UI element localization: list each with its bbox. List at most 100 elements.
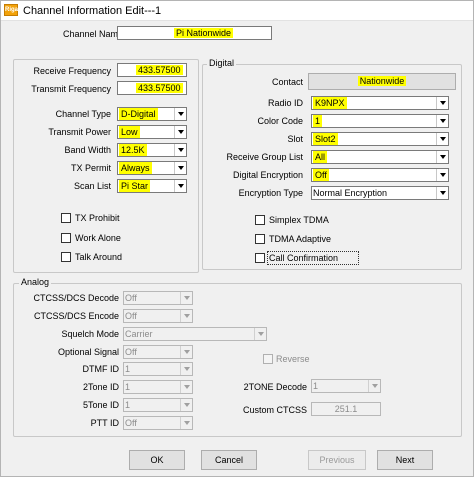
receive-frequency-input[interactable]: 433.57500 [117,63,187,77]
title-bar: Riga Channel Information Edit---1 [1,1,473,21]
tx-permit-label: TX Permit [70,163,111,173]
digital-encryption-select[interactable]: Off [311,168,449,182]
ctcss-decode-value: Off [125,293,137,303]
cancel-button[interactable]: Cancel [201,450,257,470]
scan-list-value: Pi Star [119,180,151,192]
chevron-down-icon[interactable] [174,126,186,138]
dtmf-id-select[interactable]: 1 [123,362,193,376]
chevron-down-icon[interactable] [180,381,192,393]
work-alone-checkbox[interactable] [61,233,71,243]
band-width-select[interactable]: 12.5K [117,143,187,157]
work-alone-label: Work Alone [75,233,121,243]
slot-select[interactable]: Slot2 [311,132,449,146]
ptt-id-select[interactable]: Off [123,416,193,430]
channel-name-label: Channel Name [63,29,124,39]
optional-signal-label: Optional Signal [57,347,119,357]
digital-encryption-value: Off [313,169,329,181]
channel-name-value: Pi Nationwide [174,28,234,38]
squelch-mode-label: Squelch Mode [61,329,119,339]
color-code-label: Color Code [257,116,303,126]
dtmf-id-value: 1 [125,364,131,374]
digital-group [202,64,462,270]
contact-label: Contact [271,77,303,87]
chevron-down-icon[interactable] [368,380,380,392]
transmit-power-value: Low [119,126,140,138]
ok-button[interactable]: OK [129,450,185,470]
tx-permit-value: Always [119,162,152,174]
slot-label: Slot [287,134,303,144]
tx-permit-select[interactable]: Always [117,161,187,175]
ptt-id-value: Off [125,418,137,428]
scan-list-label: Scan List [73,181,111,191]
talk-around-checkbox[interactable] [61,252,71,262]
radio-id-select[interactable]: K9NPX [311,96,449,110]
chevron-down-icon[interactable] [180,399,192,411]
slot-value: Slot2 [313,133,338,145]
ctcss-encode-select[interactable]: Off [123,309,193,323]
window-title: Channel Information Edit---1 [23,5,162,17]
color-code-value: 1 [313,115,323,127]
receive-frequency-value: 433.57500 [136,65,183,75]
next-button[interactable]: Next [377,450,433,470]
dtmf-id-label: DTMF ID [82,364,120,374]
fivetone-id-value: 1 [125,400,131,410]
chevron-down-icon[interactable] [254,328,266,340]
twotone-id-label: 2Tone ID [82,382,119,392]
digital-encryption-label: Digital Encryption [232,170,303,180]
receive-group-label: Receive Group List [226,152,303,162]
tdma-adaptive-checkbox[interactable] [255,234,265,244]
channel-info-dialog: Riga Channel Information Edit---1 Channe… [0,0,474,477]
chevron-down-icon[interactable] [180,346,192,358]
chevron-down-icon[interactable] [174,162,186,174]
transmit-power-select[interactable]: Low [117,125,187,139]
twotone-id-select[interactable]: 1 [123,380,193,394]
chevron-down-icon[interactable] [180,417,192,429]
twotone-id-value: 1 [125,382,131,392]
ctcss-decode-select[interactable]: Off [123,291,193,305]
scan-list-select[interactable]: Pi Star [117,179,187,193]
optional-signal-select[interactable]: Off [123,345,193,359]
chevron-down-icon[interactable] [174,180,186,192]
chevron-down-icon[interactable] [436,151,448,163]
radio-id-value: K9NPX [313,97,347,109]
call-confirmation-checkbox[interactable] [255,253,265,263]
chevron-down-icon[interactable] [180,363,192,375]
squelch-mode-select[interactable]: Carrier [123,327,267,341]
chevron-down-icon[interactable] [174,144,186,156]
talk-around-label: Talk Around [75,252,123,262]
band-width-label: Band Width [64,145,111,155]
app-icon: Riga [4,4,18,16]
color-code-select[interactable]: 1 [311,114,449,128]
chevron-down-icon[interactable] [174,108,186,120]
channel-type-value: D-Digital [119,108,158,120]
chevron-down-icon[interactable] [436,187,448,199]
twotone-decode-select[interactable]: 1 [311,379,381,393]
ctcss-encode-value: Off [125,311,137,321]
contact-button[interactable]: Nationwide [308,73,456,90]
chevron-down-icon[interactable] [436,169,448,181]
fivetone-id-select[interactable]: 1 [123,398,193,412]
encryption-type-select[interactable]: Normal Encryption [311,186,449,200]
twotone-decode-value: 1 [313,381,319,391]
channel-name-input[interactable]: Pi Nationwide [117,26,272,40]
optional-signal-value: Off [125,347,137,357]
fivetone-id-label: 5Tone ID [82,400,119,410]
chevron-down-icon[interactable] [180,310,192,322]
transmit-frequency-label: Transmit Frequency [31,84,111,94]
channel-type-select[interactable]: D-Digital [117,107,187,121]
chevron-down-icon[interactable] [436,115,448,127]
chevron-down-icon[interactable] [180,292,192,304]
chevron-down-icon[interactable] [436,133,448,145]
reverse-checkbox[interactable] [263,354,273,364]
channel-type-label: Channel Type [55,109,111,119]
receive-group-select[interactable]: All [311,150,449,164]
receive-group-value: All [313,151,328,163]
custom-ctcss-input[interactable]: 251.1 [311,402,381,416]
tx-prohibit-label: TX Prohibit [75,213,120,223]
simplex-tdma-checkbox[interactable] [255,215,265,225]
chevron-down-icon[interactable] [436,97,448,109]
previous-button[interactable]: Previous [308,450,366,470]
ctcss-decode-label: CTCSS/DCS Decode [33,293,119,303]
tx-prohibit-checkbox[interactable] [61,213,71,223]
transmit-frequency-input[interactable]: 433.57500 [117,81,187,95]
